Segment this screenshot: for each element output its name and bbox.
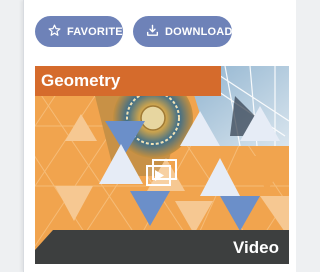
video-thumbnail[interactable]: Geometry Video [35, 66, 289, 264]
resource-title: Geometry [35, 66, 221, 96]
resource-card: FAVORITE DOWNLOAD Geometry Video [23, 0, 296, 272]
download-button[interactable]: DOWNLOAD [133, 16, 232, 47]
download-icon [146, 24, 159, 40]
favorite-label: FAVORITE [67, 25, 123, 38]
play-video-icon[interactable] [145, 158, 179, 188]
star-icon [48, 24, 61, 40]
media-type-banner: Video [35, 230, 289, 264]
favorite-button[interactable]: FAVORITE [35, 16, 123, 47]
download-label: DOWNLOAD [165, 25, 233, 38]
media-type-label: Video [233, 238, 279, 257]
